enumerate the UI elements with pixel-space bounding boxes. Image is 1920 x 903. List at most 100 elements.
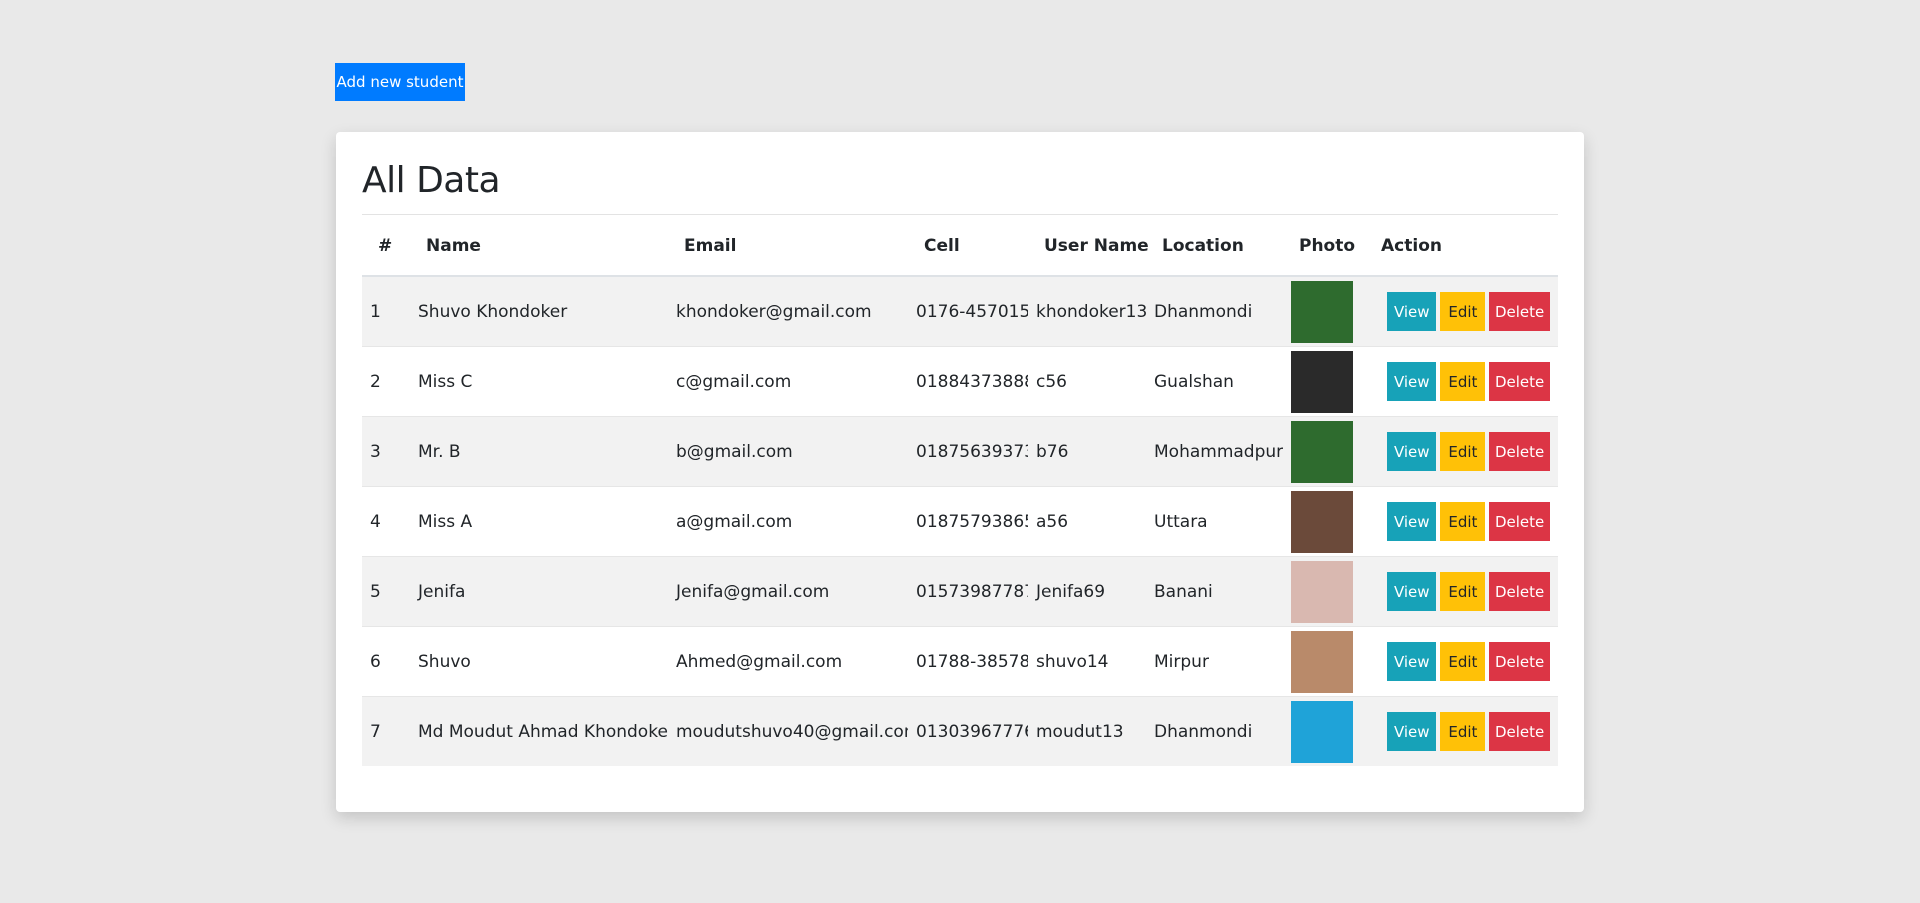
delete-button[interactable]: Delete <box>1489 502 1550 541</box>
delete-button[interactable]: Delete <box>1489 362 1550 401</box>
student-username: Jenifa69 <box>1028 556 1146 627</box>
delete-button[interactable]: Delete <box>1489 572 1550 611</box>
student-location: Gualshan <box>1146 346 1283 417</box>
student-email: Ahmed@gmail.com <box>668 626 908 697</box>
page-title: All Data <box>362 160 501 201</box>
students-table: # Name Email Cell User Name Location Pho… <box>362 216 1558 766</box>
row-index: 4 <box>362 486 410 557</box>
student-name: Md Moudut Ahmad Khondoker <box>410 696 668 766</box>
student-photo-cell <box>1283 486 1365 557</box>
student-photo-cell <box>1283 626 1365 697</box>
action-cell: View Edit Delete <box>1365 416 1558 487</box>
student-location: Dhanmondi <box>1146 275 1283 347</box>
student-photo <box>1291 350 1353 413</box>
delete-button[interactable]: Delete <box>1489 292 1550 331</box>
table-row: 6ShuvoAhmed@gmail.com01788-385788shuvo14… <box>362 626 1558 697</box>
column-header-email: Email <box>668 216 908 277</box>
student-name: Shuvo <box>410 626 668 697</box>
student-location: Mohammadpur <box>1146 416 1283 487</box>
student-cell: 01884373888 <box>908 346 1028 417</box>
student-username: a56 <box>1028 486 1146 557</box>
student-email: b@gmail.com <box>668 416 908 487</box>
table-row: 3 Mr. Bb@gmail.com 01875639373 b76 Mohammadp… <box>362 416 1558 487</box>
student-photo <box>1291 630 1353 693</box>
action-cell: View Edit Delete <box>1365 486 1558 557</box>
student-name: Shuvo Khondoker <box>410 275 668 347</box>
student-email: khondoker@gmail.com <box>668 275 908 347</box>
all-data-card: All Data # Name Email Cell User Name Loc… <box>336 132 1584 812</box>
student-photo <box>1291 700 1353 763</box>
student-photo <box>1291 560 1353 623</box>
action-cell: View Edit Delete <box>1365 346 1558 417</box>
edit-button[interactable]: Edit <box>1440 502 1486 541</box>
edit-button[interactable]: Edit <box>1440 572 1486 611</box>
student-location: Mirpur <box>1146 626 1283 697</box>
student-photo <box>1291 420 1353 483</box>
column-header-action: Action <box>1365 216 1558 277</box>
student-name: Miss A <box>410 486 668 557</box>
student-email: Jenifa@gmail.com <box>668 556 908 627</box>
table-header-row: # Name Email Cell User Name Location Pho… <box>362 216 1558 277</box>
student-cell: 01875639373 <box>908 416 1028 487</box>
student-name: Mr. B <box>410 416 668 487</box>
action-cell: View Edit Delete <box>1365 626 1558 697</box>
edit-button[interactable]: Edit <box>1440 432 1486 471</box>
edit-button[interactable]: Edit <box>1440 642 1486 681</box>
view-button[interactable]: View <box>1387 712 1437 751</box>
action-cell: View Edit Delete <box>1365 275 1558 347</box>
column-header-photo: Photo <box>1283 216 1365 277</box>
view-button[interactable]: View <box>1387 292 1437 331</box>
row-index: 1 <box>362 275 410 347</box>
student-email: a@gmail.com <box>668 486 908 557</box>
student-location: Uttara <box>1146 486 1283 557</box>
action-cell: View Edit Delete <box>1365 556 1558 627</box>
delete-button[interactable]: Delete <box>1489 432 1550 471</box>
student-cell: 01573987787 <box>908 556 1028 627</box>
table-row: 2 Miss Cc@gmail.com 01884373888 c56 Gualshan… <box>362 346 1558 417</box>
column-header-location: Location <box>1146 216 1283 277</box>
student-email: moudutshuvo40@gmail.com <box>668 696 908 766</box>
student-photo-cell <box>1283 275 1365 347</box>
student-photo <box>1291 280 1353 343</box>
student-username: c56 <box>1028 346 1146 417</box>
delete-button[interactable]: Delete <box>1489 712 1550 751</box>
action-cell: View Edit Delete <box>1365 696 1558 766</box>
table-row: 5 Jenifa Jenifa@gmail.com 01573987787 Jenifa… <box>362 556 1558 627</box>
table-row: 1 Shuvo Khondoker khondoker@gmail.com 0176-… <box>362 275 1558 347</box>
edit-button[interactable]: Edit <box>1440 712 1486 751</box>
row-index: 7 <box>362 696 410 766</box>
view-button[interactable]: View <box>1387 642 1437 681</box>
row-index: 2 <box>362 346 410 417</box>
view-button[interactable]: View <box>1387 362 1437 401</box>
student-cell: 01875793865 <box>908 486 1028 557</box>
title-divider <box>362 214 1558 215</box>
column-header-username: User Name <box>1028 216 1149 277</box>
student-cell: 0176-4570150 <box>908 275 1028 347</box>
student-username: b76 <box>1028 416 1146 487</box>
view-button[interactable]: View <box>1387 572 1437 611</box>
student-email: c@gmail.com <box>668 346 908 417</box>
student-name: Miss C <box>410 346 668 417</box>
column-header-cell: Cell <box>908 216 1028 277</box>
column-header-name: Name <box>410 216 668 277</box>
student-cell: 01303967776 <box>908 696 1028 766</box>
row-index: 5 <box>362 556 410 627</box>
student-username: khondoker13 <box>1028 275 1146 347</box>
add-new-student-button[interactable]: Add new student <box>335 63 465 101</box>
delete-button[interactable]: Delete <box>1489 642 1550 681</box>
student-photo-cell <box>1283 696 1365 766</box>
row-index: 6 <box>362 626 410 697</box>
edit-button[interactable]: Edit <box>1440 292 1486 331</box>
student-name: Jenifa <box>410 556 668 627</box>
edit-button[interactable]: Edit <box>1440 362 1486 401</box>
column-header-index: # <box>362 216 410 277</box>
view-button[interactable]: View <box>1387 432 1437 471</box>
view-button[interactable]: View <box>1387 502 1437 541</box>
student-photo-cell <box>1283 346 1365 417</box>
student-cell: 01788-385788 <box>908 626 1028 697</box>
student-username: shuvo14 <box>1028 626 1146 697</box>
student-photo <box>1291 490 1353 553</box>
table-row: 7 Md Moudut Ahmad Khondoker moudutshuvo40@… <box>362 696 1558 766</box>
student-location: Banani <box>1146 556 1283 627</box>
student-photo-cell <box>1283 416 1365 487</box>
